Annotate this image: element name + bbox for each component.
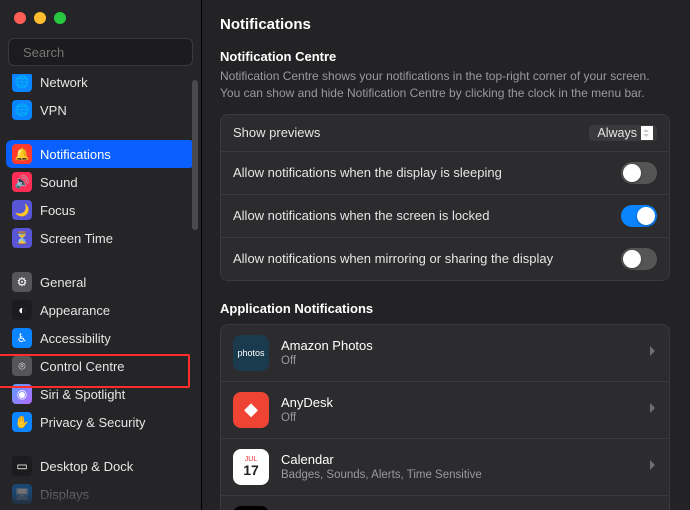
content-pane: Notifications Notification Centre Notifi… xyxy=(202,0,690,510)
sidebar-scrollbar-thumb[interactable] xyxy=(192,80,198,230)
vpn-icon: 🌐 xyxy=(12,100,32,120)
sidebar-item-label: General xyxy=(40,275,86,290)
sidebar-scrollbar[interactable] xyxy=(192,80,198,410)
speaker-icon: 🔊 xyxy=(12,172,32,192)
up-down-icon xyxy=(641,126,653,140)
sidebar-item-focus[interactable]: 🌙 Focus xyxy=(6,196,195,224)
sidebar-item-label: VPN xyxy=(40,103,67,118)
sidebar-item-privacy-security[interactable]: ✋ Privacy & Security xyxy=(6,408,195,436)
app-name: Calendar xyxy=(281,452,637,467)
sidebar-item-vpn[interactable]: 🌐 VPN xyxy=(6,96,195,124)
sidebar-item-accessibility[interactable]: ♿︎ Accessibility xyxy=(6,324,195,352)
accessibility-icon: ♿︎ xyxy=(12,328,32,348)
sidebar-list: 🌐 Network 🌐 VPN 🔔 Notifications 🔊 Sound … xyxy=(0,74,201,510)
section-heading: Notification Centre xyxy=(220,49,670,64)
select-value: Always xyxy=(597,126,637,140)
sidebar-item-label: Network xyxy=(40,75,88,90)
dock-icon: ▭ xyxy=(12,456,32,476)
show-previews-select[interactable]: Always xyxy=(589,125,657,141)
app-row-anydesk[interactable]: ◆ AnyDesk Off xyxy=(221,382,669,439)
sidebar-item-label: Privacy & Security xyxy=(40,415,145,430)
sidebar-item-label: Desktop & Dock xyxy=(40,459,133,474)
app-meta: AnyDesk Off xyxy=(281,395,637,424)
siri-icon: ◉ xyxy=(12,384,32,404)
sidebar-item-desktop-dock[interactable]: ▭ Desktop & Dock xyxy=(6,452,195,480)
row-allow-locked: Allow notifications when the screen is l… xyxy=(221,195,669,238)
app-sub: Off xyxy=(281,412,637,424)
row-show-previews[interactable]: Show previews Always xyxy=(221,115,669,152)
sidebar-item-general[interactable]: ⚙︎ General xyxy=(6,268,195,296)
row-allow-mirroring: Allow notifications when mirroring or sh… xyxy=(221,238,669,280)
sidebar-item-sound[interactable]: 🔊 Sound xyxy=(6,168,195,196)
hand-icon: ✋ xyxy=(12,412,32,432)
toggle-allow-mirroring[interactable] xyxy=(621,248,657,270)
sidebar-item-appearance[interactable]: ◐ Appearance xyxy=(6,296,195,324)
sidebar-item-label: Focus xyxy=(40,203,75,218)
anydesk-icon: ◆ xyxy=(233,392,269,428)
row-allow-sleeping: Allow notifications when the display is … xyxy=(221,152,669,195)
notification-settings-card: Show previews Always Allow notifications… xyxy=(220,114,670,281)
sidebar-item-label: Siri & Spotlight xyxy=(40,387,125,402)
app-row-calendar[interactable]: JUL17 Calendar Badges, Sounds, Alerts, T… xyxy=(221,439,669,496)
sidebar-item-notifications[interactable]: 🔔 Notifications xyxy=(6,140,195,168)
row-label: Allow notifications when the display is … xyxy=(233,165,502,180)
apps-heading: Application Notifications xyxy=(220,301,670,316)
sidebar-item-screen-time[interactable]: ⏳ Screen Time xyxy=(6,224,195,252)
chevron-right-icon xyxy=(649,402,657,417)
app-row-amazon-photos[interactable]: photos Amazon Photos Off xyxy=(221,325,669,382)
chevron-right-icon xyxy=(649,345,657,360)
fade-overlay xyxy=(0,492,201,510)
moon-icon: 🌙 xyxy=(12,200,32,220)
section-description: Notification Centre shows your notificat… xyxy=(220,68,670,102)
sidebar-item-label: Notifications xyxy=(40,147,111,162)
sidebar-item-label: Sound xyxy=(40,175,78,190)
sidebar-item-control-centre[interactable]: ⌾ Control Centre xyxy=(6,352,195,380)
app-name: Amazon Photos xyxy=(281,338,637,353)
sidebar-item-label: Screen Time xyxy=(40,231,113,246)
toggle-allow-locked[interactable] xyxy=(621,205,657,227)
toggle-allow-sleeping[interactable] xyxy=(621,162,657,184)
capcut-icon: ✂︎ xyxy=(233,506,269,510)
search-field[interactable] xyxy=(8,38,193,66)
row-label: Show previews xyxy=(233,125,320,140)
sidebar-item-label: Appearance xyxy=(40,303,110,318)
app-sub: Badges, Sounds, Alerts, Time Sensitive xyxy=(281,469,637,481)
app-row-capcut[interactable]: ✂︎ CapCut Off xyxy=(221,496,669,510)
sidebar-item-network[interactable]: 🌐 Network xyxy=(6,74,195,96)
app-meta: Calendar Badges, Sounds, Alerts, Time Se… xyxy=(281,452,637,481)
appearance-icon: ◐ xyxy=(12,300,32,320)
sidebar-item-siri-spotlight[interactable]: ◉ Siri & Spotlight xyxy=(6,380,195,408)
calendar-icon: JUL17 xyxy=(233,449,269,485)
app-sub: Off xyxy=(281,355,637,367)
sidebar: 🌐 Network 🌐 VPN 🔔 Notifications 🔊 Sound … xyxy=(0,0,202,510)
app-name: AnyDesk xyxy=(281,395,637,410)
globe-icon: 🌐 xyxy=(12,74,32,92)
row-label: Allow notifications when mirroring or sh… xyxy=(233,251,553,266)
sidebar-item-label: Control Centre xyxy=(40,359,125,374)
application-notifications-list: photos Amazon Photos Off ◆ AnyDesk Off J… xyxy=(220,324,670,510)
page-title: Notifications xyxy=(220,16,670,33)
control-centre-icon: ⌾ xyxy=(12,356,32,376)
gear-icon: ⚙︎ xyxy=(12,272,32,292)
close-window-button[interactable] xyxy=(14,12,26,24)
minimize-window-button[interactable] xyxy=(34,12,46,24)
sidebar-item-label: Accessibility xyxy=(40,331,111,346)
fullscreen-window-button[interactable] xyxy=(54,12,66,24)
hourglass-icon: ⏳ xyxy=(12,228,32,248)
window-controls xyxy=(0,0,201,34)
bell-icon: 🔔 xyxy=(12,144,32,164)
amazon-photos-icon: photos xyxy=(233,335,269,371)
chevron-right-icon xyxy=(649,459,657,474)
search-input[interactable] xyxy=(23,45,199,60)
row-label: Allow notifications when the screen is l… xyxy=(233,208,490,223)
app-meta: Amazon Photos Off xyxy=(281,338,637,367)
